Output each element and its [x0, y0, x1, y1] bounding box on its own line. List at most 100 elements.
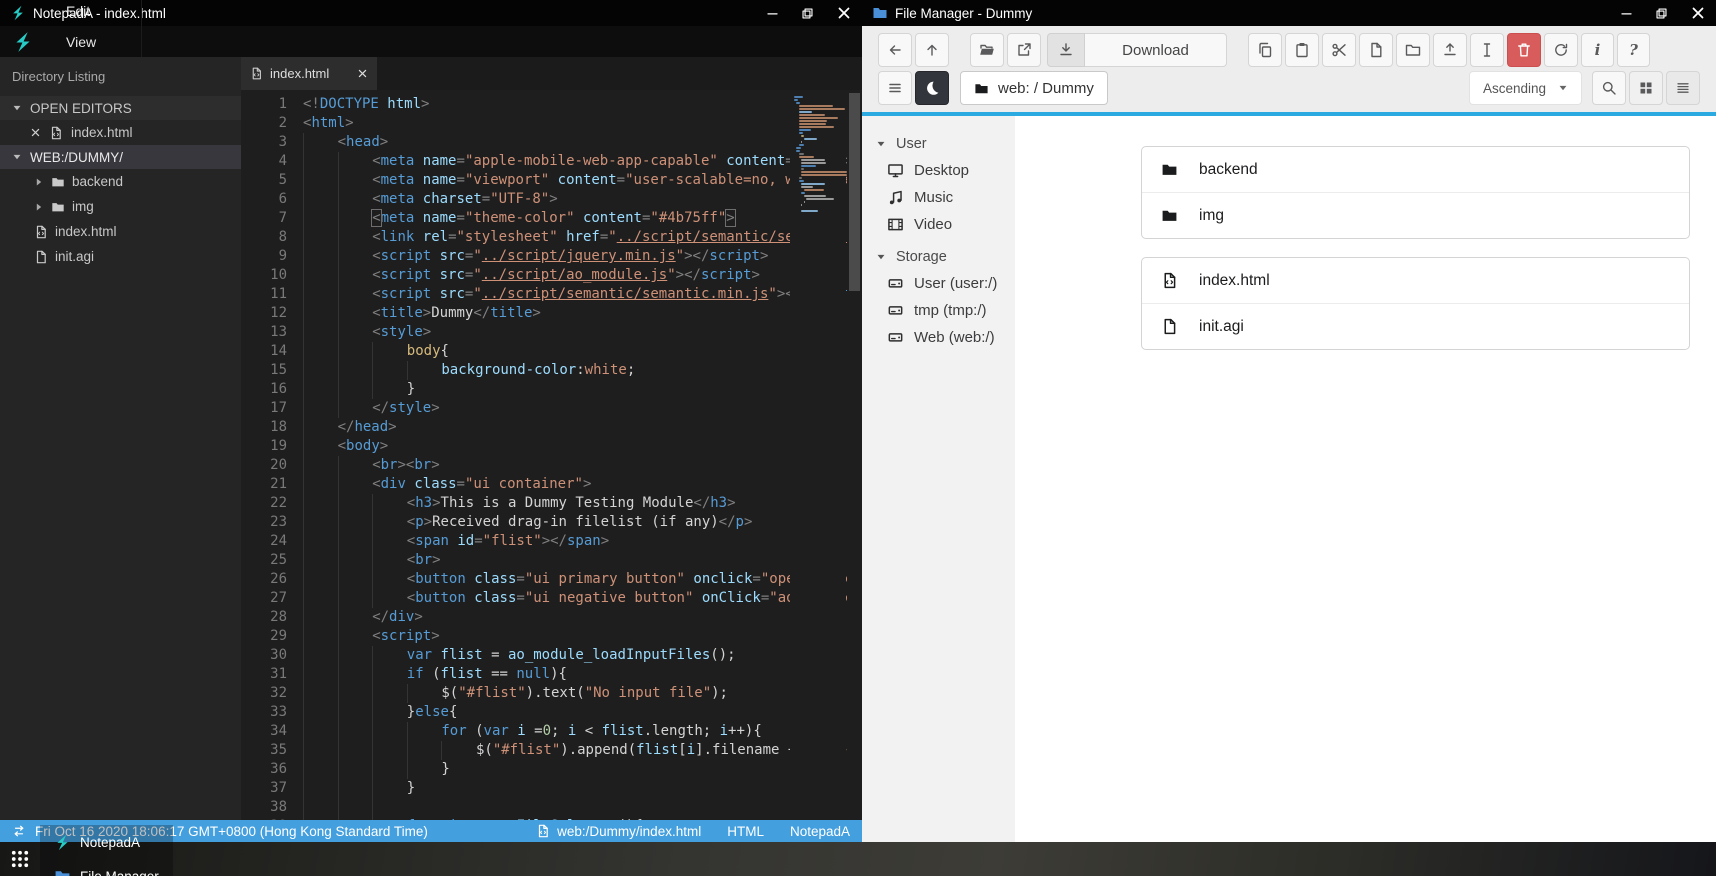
restore-icon[interactable] — [801, 7, 814, 20]
caret-right-icon — [34, 202, 44, 212]
code-line-4: 4 <meta name="apple-mobile-web-app-capabl… — [241, 152, 862, 171]
new-folder-button[interactable] — [1396, 33, 1430, 67]
close-icon[interactable] — [836, 5, 852, 21]
code-line-33: 33}else{ — [241, 703, 862, 722]
line-number: 32 — [270, 685, 287, 701]
paste-button[interactable] — [1285, 33, 1319, 67]
fm-section-user[interactable]: User — [862, 130, 1015, 157]
open-folder-button[interactable] — [970, 33, 1004, 67]
download-button[interactable]: Download — [1047, 33, 1227, 67]
back-button[interactable] — [878, 33, 912, 67]
html-file-icon — [250, 67, 263, 80]
caret-down-icon — [876, 139, 886, 149]
caret-right-icon — [34, 177, 44, 187]
fm-sidebar-item-desktop[interactable]: Desktop — [862, 157, 1015, 184]
sync-arrows-icon — [12, 824, 26, 838]
app-launcher-button[interactable] — [0, 842, 40, 876]
restore-icon[interactable] — [1655, 7, 1668, 20]
workspace-header[interactable]: WEB:/DUMMY/ — [0, 145, 241, 169]
fm-sidebar-item-label: Web (web:/) — [914, 329, 995, 346]
up-button[interactable] — [915, 33, 949, 67]
tab-index-html[interactable]: index.html — [241, 57, 377, 90]
notepada-logo-icon — [10, 31, 36, 53]
cut-button[interactable] — [1322, 33, 1356, 67]
folder-new-icon — [1405, 42, 1421, 58]
rename-button[interactable] — [1470, 33, 1504, 67]
sort-order-dropdown[interactable]: Ascending — [1468, 71, 1582, 105]
file-row-backend[interactable]: backend — [1142, 147, 1689, 192]
line-number: 4 — [278, 153, 287, 169]
fm-sidebar-item-user-user-[interactable]: User (user:/) — [862, 270, 1015, 297]
code-line-2: 2 <html> — [241, 114, 862, 133]
copy-icon — [1257, 42, 1273, 58]
line-number: 18 — [270, 419, 287, 435]
minimize-icon[interactable] — [766, 7, 779, 20]
fm-sidebar-item-tmp-tmp-[interactable]: tmp (tmp:/) — [862, 297, 1015, 324]
breadcrumb[interactable]: web: / Dummy — [960, 71, 1108, 105]
file-row-img[interactable]: img — [1142, 192, 1689, 238]
file-list: backend img index.html init.agi — [1015, 116, 1716, 842]
taskbar-item-file-manager[interactable]: File Manager — [40, 859, 173, 876]
tree-item-img[interactable]: img — [0, 194, 241, 219]
delete-button[interactable] — [1507, 33, 1541, 67]
fm-section-storage[interactable]: Storage — [862, 243, 1015, 270]
line-number: 25 — [270, 552, 287, 568]
fm-sidebar-item-label: Video — [914, 216, 953, 233]
fm-sidebar-item-video[interactable]: Video — [862, 211, 1015, 238]
paste-icon — [1294, 42, 1310, 58]
apps-grid-icon — [10, 849, 30, 869]
code-line-32: 32 $("#flist").text("No input file"); — [241, 684, 862, 703]
file-row-init.agi[interactable]: init.agi — [1142, 303, 1689, 349]
editor-scrollbar[interactable] — [847, 90, 862, 820]
music-icon — [887, 189, 904, 206]
dark-mode-toggle[interactable] — [915, 71, 949, 105]
close-tab-icon[interactable] — [357, 68, 368, 79]
code-line-3: 3 <head> — [241, 133, 862, 152]
logo-bolt-icon — [54, 834, 71, 851]
code-line-15: 15 background-color:white; — [241, 361, 862, 380]
open-editors-header[interactable]: OPEN EDITORS — [0, 96, 241, 120]
code-editor[interactable]: 1 <!DOCTYPE html> 2 <html> 3 <head> 4 <meta nam… — [241, 90, 862, 820]
file-name: img — [1199, 206, 1224, 224]
upload-button[interactable] — [1433, 33, 1467, 67]
line-number: 8 — [278, 229, 287, 245]
fm-sidebar-item-music[interactable]: Music — [862, 184, 1015, 211]
help-button[interactable]: ? — [1617, 33, 1650, 67]
info-button[interactable]: i — [1581, 33, 1614, 67]
minimize-icon[interactable] — [1620, 7, 1633, 20]
tree-item-init.agi[interactable]: init.agi — [0, 244, 241, 269]
grid-view-button[interactable] — [1629, 71, 1663, 105]
file-code-icon — [1161, 272, 1178, 289]
taskbar-item-notepada[interactable]: NotepadA — [40, 825, 173, 859]
hamburger-icon — [887, 80, 903, 96]
code-line-28: 28 </div> — [241, 608, 862, 627]
desktop: NotepadA - index.html FileEditViewFont S… — [0, 0, 1716, 876]
minimap[interactable] — [790, 90, 848, 820]
open-external-button[interactable] — [1007, 33, 1041, 67]
folder-icon — [974, 81, 989, 96]
help-glyph: ? — [1629, 40, 1638, 59]
refresh-button[interactable] — [1544, 33, 1578, 67]
fm-sidebar-item-web-web-[interactable]: Web (web:/) — [862, 324, 1015, 351]
code-line-18: 18 </head> — [241, 418, 862, 437]
copy-button[interactable] — [1248, 33, 1282, 67]
menu-item-view[interactable]: View — [50, 26, 143, 57]
menu-button[interactable] — [878, 71, 912, 105]
open-editor-item-index.html[interactable]: index.html — [0, 120, 241, 145]
filemanager-toolbar: Download i? web: / Dummy Ascending — [862, 26, 1716, 112]
file-row-index.html[interactable]: index.html — [1142, 258, 1689, 303]
menu-item-edit[interactable]: Edit — [50, 0, 143, 26]
line-number: 7 — [278, 210, 287, 226]
file-new-icon — [1368, 42, 1384, 58]
line-number: 22 — [270, 495, 287, 511]
directory-listing-title: Directory Listing — [12, 69, 106, 84]
close-x-icon — [30, 127, 41, 138]
scrollbar-thumb[interactable] — [849, 93, 860, 291]
tree-item-index.html[interactable]: index.html — [0, 219, 241, 244]
close-icon[interactable] — [1690, 5, 1706, 21]
search-button[interactable] — [1592, 71, 1626, 105]
tree-item-backend[interactable]: backend — [0, 169, 241, 194]
new-file-button[interactable] — [1359, 33, 1393, 67]
list-view-button[interactable] — [1666, 71, 1700, 105]
line-number: 10 — [270, 267, 287, 283]
